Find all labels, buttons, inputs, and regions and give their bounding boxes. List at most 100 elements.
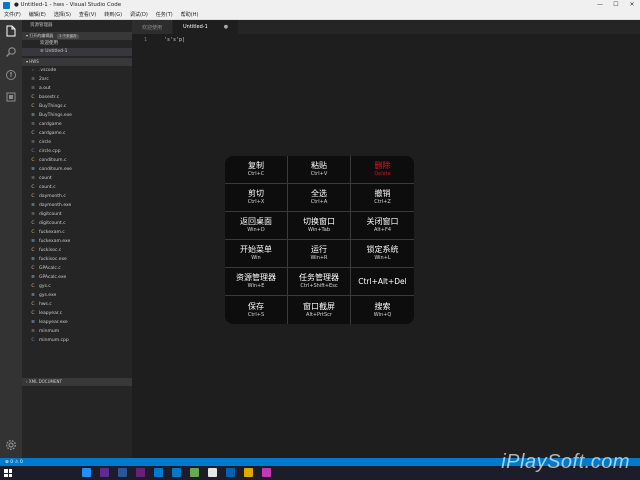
- file-item[interactable]: Cleapyear.c: [22, 309, 132, 318]
- shortcut-button[interactable]: 搜索 Win+Q: [351, 296, 414, 324]
- menu-selection[interactable]: 选择(S): [54, 11, 71, 18]
- close-window-button[interactable]: ✕: [624, 0, 640, 10]
- menu-debug[interactable]: 调试(D): [130, 11, 148, 18]
- menu-file[interactable]: 文件(F): [4, 11, 21, 18]
- file-item[interactable]: ≡ daymonth.exe: [22, 201, 132, 210]
- file-icon: ≡: [31, 320, 35, 325]
- shortcut-button[interactable]: 撤销 Ctrl+Z: [351, 184, 414, 212]
- xml-document-section[interactable]: › XML DOCUMENT: [22, 378, 132, 386]
- file-item[interactable]: Ccount.c: [22, 183, 132, 192]
- file-item[interactable]: ≡ count: [22, 174, 132, 183]
- menu-view[interactable]: 查看(V): [79, 11, 96, 18]
- file-item[interactable]: Cconditsum.c: [22, 156, 132, 165]
- explorer-sidebar: 资源管理器 ▾ 打开的编辑器 1 个未保存 欢迎使用 ≡ Untitled-1 …: [22, 20, 132, 458]
- shortcut-name: 关闭窗口: [366, 217, 399, 226]
- file-item[interactable]: C GPAcalc.c: [22, 264, 132, 273]
- source-control-icon[interactable]: [4, 68, 18, 82]
- taskbar-app-icon[interactable]: [190, 468, 199, 477]
- taskbar-app-icon[interactable]: [100, 468, 109, 477]
- menu-edit[interactable]: 编辑(E): [29, 11, 46, 18]
- file-item[interactable]: ≡ 2arc: [22, 75, 132, 84]
- file-name: cardgame: [39, 122, 62, 127]
- file-item[interactable]: Ccircle.cpp: [22, 147, 132, 156]
- folder-header-hws[interactable]: ▾ HWS: [22, 58, 132, 66]
- taskbar-app-icon[interactable]: [118, 468, 127, 477]
- file-item[interactable]: Cfuckexam.c: [22, 228, 132, 237]
- open-editors-header[interactable]: ▾ 打开的编辑器 1 个未保存: [22, 32, 132, 40]
- file-item[interactable]: Cbasestr.c: [22, 93, 132, 102]
- file-item[interactable]: ≡ fuckisoc.exe: [22, 255, 132, 264]
- file-item[interactable]: ≡ leapyear.exe: [22, 318, 132, 327]
- explorer-icon[interactable]: [4, 24, 18, 38]
- shortcut-button[interactable]: 资源管理器 Win+E: [225, 268, 288, 296]
- shortcut-button[interactable]: Ctrl+Alt+Del: [351, 268, 414, 296]
- file-item[interactable]: ≡ gys.exe: [22, 291, 132, 300]
- taskbar-app-icon[interactable]: [136, 468, 145, 477]
- menu-help[interactable]: 帮助(H): [181, 11, 199, 18]
- tab-untitled-1[interactable]: Untitled-1 ●: [173, 20, 240, 34]
- shortcut-name: 复制: [248, 161, 264, 170]
- menu-tasks[interactable]: 任务(T): [156, 11, 173, 18]
- shortcut-button[interactable]: 切换窗口 Win+Tab: [288, 212, 351, 240]
- open-editor-welcome[interactable]: 欢迎使用: [22, 40, 132, 48]
- file-name: gys.c: [39, 284, 51, 289]
- taskbar-app-icon[interactable]: [82, 468, 91, 477]
- c-file-icon: C: [31, 131, 35, 136]
- taskbar-app-icon[interactable]: [172, 468, 181, 477]
- shortcut-keys: Win: [251, 255, 261, 261]
- file-item[interactable]: Cminmum.cpp: [22, 336, 132, 345]
- file-item[interactable]: ≡ conditsum.exe: [22, 165, 132, 174]
- taskbar-app-icon[interactable]: [154, 468, 163, 477]
- shortcut-button[interactable]: 剪切 Ctrl+X: [225, 184, 288, 212]
- shortcut-button[interactable]: 锁定系统 Win+L: [351, 240, 414, 268]
- title-bar: ● Untitled-1 - hws - Visual Studio Code …: [0, 0, 640, 10]
- extensions-icon[interactable]: [4, 90, 18, 104]
- file-item[interactable]: Cdaymonth.c: [22, 192, 132, 201]
- shortcut-button[interactable]: 粘贴 Ctrl+V: [288, 156, 351, 184]
- taskbar-app-icon[interactable]: [262, 468, 271, 477]
- file-item[interactable]: ≡ GPAcalc.exe: [22, 273, 132, 282]
- windows-start-icon[interactable]: [4, 469, 12, 477]
- shortcut-button[interactable]: 运行 Win+R: [288, 240, 351, 268]
- file-name: conditsum.c: [39, 158, 67, 163]
- shortcut-button[interactable]: 保存 Ctrl+S: [225, 296, 288, 324]
- taskbar-app-icon[interactable]: [208, 468, 217, 477]
- file-item[interactable]: ≡ cardgame: [22, 120, 132, 129]
- menu-go[interactable]: 转到(G): [104, 11, 122, 18]
- file-item[interactable]: Chws.c: [22, 300, 132, 309]
- code-line[interactable]: 's's'p|: [164, 37, 185, 43]
- file-item[interactable]: ≡ fuckexam.exe: [22, 237, 132, 246]
- file-item[interactable]: Ccardgame.c: [22, 129, 132, 138]
- shortcut-button[interactable]: 窗口截屏 Alt+PrtScr: [288, 296, 351, 324]
- file-item[interactable]: Cfuckisoc.c: [22, 246, 132, 255]
- taskbar-app-icon[interactable]: [226, 468, 235, 477]
- minimize-button[interactable]: —: [592, 0, 608, 10]
- shortcut-button[interactable]: 开始菜单 Win: [225, 240, 288, 268]
- search-icon[interactable]: [4, 45, 18, 59]
- shortcut-button[interactable]: 删除 Delete: [351, 156, 414, 184]
- file-name: a.out: [39, 86, 51, 91]
- shortcut-name: 任务管理器: [299, 273, 339, 282]
- problems-indicator[interactable]: ⊗ 0 ⚠ 0: [5, 460, 23, 465]
- tab-welcome[interactable]: 欢迎使用: [132, 20, 174, 34]
- shortcut-button[interactable]: 全选 Ctrl+A: [288, 184, 351, 212]
- shortcut-button[interactable]: 返回桌面 Win+D: [225, 212, 288, 240]
- open-editor-untitled[interactable]: ≡ Untitled-1: [22, 48, 132, 56]
- shortcut-button[interactable]: 关闭窗口 Alt+F4: [351, 212, 414, 240]
- file-item[interactable]: ≡ a.out: [22, 84, 132, 93]
- taskbar-app-icon[interactable]: [244, 468, 253, 477]
- file-item[interactable]: ≡ minmum: [22, 327, 132, 336]
- file-item[interactable]: ≡ digitcount: [22, 210, 132, 219]
- shortcut-button[interactable]: 复制 Ctrl+C: [225, 156, 288, 184]
- file-item[interactable]: Cdigitcount.c: [22, 219, 132, 228]
- gear-icon[interactable]: [4, 438, 18, 452]
- file-item[interactable]: › .vscode: [22, 66, 132, 75]
- vscode-logo-icon: [3, 1, 10, 9]
- file-item[interactable]: ≡ circle: [22, 138, 132, 147]
- shortcut-button[interactable]: 任务管理器 Ctrl+Shift+Esc: [288, 268, 351, 296]
- maximize-button[interactable]: ☐: [608, 0, 624, 10]
- file-item[interactable]: ≡ BuyThings.exe: [22, 111, 132, 120]
- unsaved-dot-icon[interactable]: ●: [224, 24, 228, 30]
- file-item[interactable]: C BuyThings.c: [22, 102, 132, 111]
- file-item[interactable]: Cgys.c: [22, 282, 132, 291]
